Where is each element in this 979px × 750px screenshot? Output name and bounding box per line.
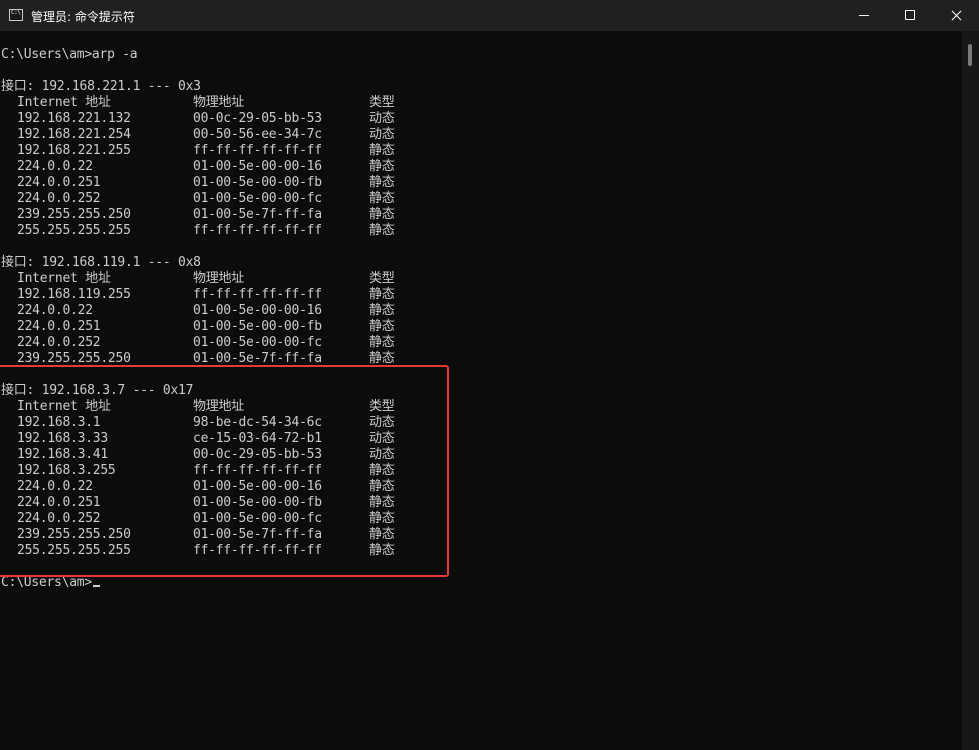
scrollbar-thumb[interactable] bbox=[968, 44, 972, 66]
column-header-type: 类型 bbox=[369, 95, 395, 110]
arp-ip: 224.0.0.252 bbox=[17, 335, 101, 350]
arp-mac: ff-ff-ff-ff-ff-ff bbox=[193, 223, 322, 238]
column-header-mac: 物理地址 bbox=[193, 271, 245, 286]
arp-mac: 01-00-5e-00-00-fc bbox=[193, 191, 322, 206]
arp-mac: 01-00-5e-00-00-fb bbox=[193, 175, 322, 190]
title-bar[interactable]: 管理员: 命令提示符 bbox=[0, 0, 979, 31]
arp-ip: 192.168.221.132 bbox=[17, 111, 131, 126]
maximize-button[interactable] bbox=[887, 0, 933, 31]
cmd-window: 管理员: 命令提示符 C:\Users\am>arp -a 接口: 192.16… bbox=[0, 0, 979, 750]
arp-type: 动态 bbox=[369, 111, 395, 126]
arp-mac: ff-ff-ff-ff-ff-ff bbox=[193, 287, 322, 302]
arp-mac: 01-00-5e-00-00-16 bbox=[193, 159, 322, 174]
interface-header: 接口: 192.168.221.1 --- 0x3 bbox=[1, 79, 201, 94]
arp-ip: 192.168.221.254 bbox=[17, 127, 131, 142]
arp-type: 静态 bbox=[369, 175, 395, 190]
arp-type: 动态 bbox=[369, 127, 395, 142]
arp-ip: 239.255.255.250 bbox=[17, 207, 131, 222]
arp-ip: 224.0.0.251 bbox=[17, 175, 101, 190]
column-header-mac: 物理地址 bbox=[193, 95, 245, 110]
arp-ip: 224.0.0.251 bbox=[17, 319, 101, 334]
arp-type: 静态 bbox=[369, 143, 395, 158]
arp-type: 静态 bbox=[369, 223, 395, 238]
arp-mac: 01-00-5e-00-00-16 bbox=[193, 303, 322, 318]
arp-mac: 01-00-5e-7f-ff-fa bbox=[193, 207, 322, 222]
arp-type: 静态 bbox=[369, 303, 395, 318]
arp-type: 静态 bbox=[369, 335, 395, 350]
column-header-type: 类型 bbox=[369, 271, 395, 286]
text-cursor bbox=[92, 585, 100, 587]
arp-mac: ff-ff-ff-ff-ff-ff bbox=[193, 143, 322, 158]
arp-mac: 01-00-5e-00-00-fb bbox=[193, 319, 322, 334]
arp-ip: 224.0.0.22 bbox=[17, 303, 93, 318]
arp-ip: 224.0.0.22 bbox=[17, 159, 93, 174]
arp-mac: 00-50-56-ee-34-7c bbox=[193, 127, 322, 142]
column-header-ip: Internet 地址 bbox=[17, 271, 111, 286]
arp-mac: 00-0c-29-05-bb-53 bbox=[193, 111, 322, 126]
arp-ip: 192.168.119.255 bbox=[17, 287, 131, 302]
column-header-ip: Internet 地址 bbox=[17, 95, 111, 110]
vertical-scrollbar[interactable] bbox=[962, 31, 979, 750]
cmd-icon[interactable] bbox=[9, 9, 23, 21]
minimize-button[interactable] bbox=[841, 0, 887, 31]
prompt-text: C:\Users\am> bbox=[1, 575, 92, 590]
arp-ip: 192.168.221.255 bbox=[17, 143, 131, 158]
arp-type: 静态 bbox=[369, 319, 395, 334]
arp-type: 静态 bbox=[369, 287, 395, 302]
final-prompt-line[interactable]: C:\Users\am> bbox=[1, 575, 100, 591]
arp-ip: 224.0.0.252 bbox=[17, 191, 101, 206]
interface-header: 接口: 192.168.119.1 --- 0x8 bbox=[1, 255, 201, 270]
highlight-annotation bbox=[0, 365, 449, 577]
arp-type: 静态 bbox=[369, 207, 395, 222]
window-title: 管理员: 命令提示符 bbox=[31, 10, 135, 24]
arp-ip: 255.255.255.255 bbox=[17, 223, 131, 238]
prompt-command-line: C:\Users\am>arp -a bbox=[1, 47, 138, 62]
arp-type: 静态 bbox=[369, 159, 395, 174]
close-button[interactable] bbox=[933, 0, 979, 31]
arp-mac: 01-00-5e-00-00-fc bbox=[193, 335, 322, 350]
arp-type: 静态 bbox=[369, 191, 395, 206]
